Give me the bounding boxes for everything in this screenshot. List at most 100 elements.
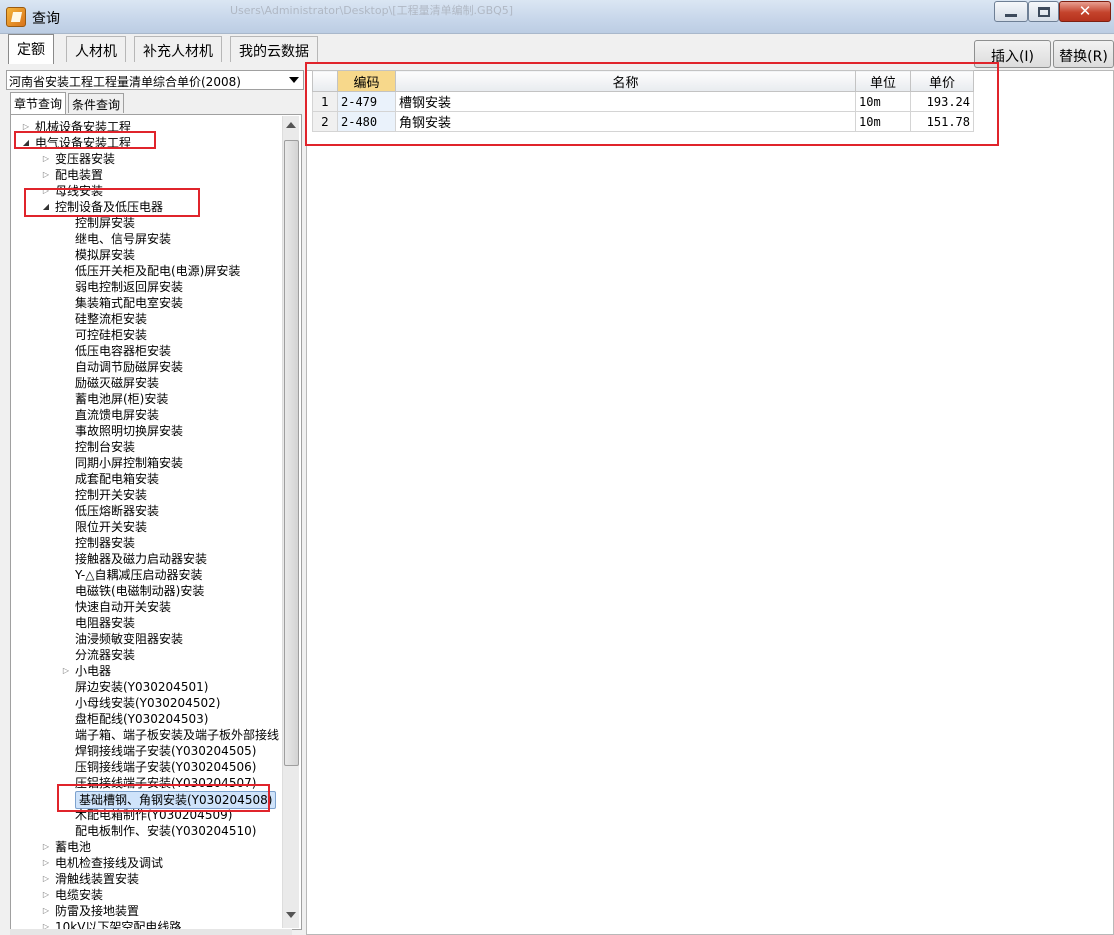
- chapter-tree[interactable]: ▷ 机械设备安装工程 ◢ 电气设备安装工程 ▷ 变压器安装 ▷ 配电装置 ▷ 母线安装 ◢ 控制设备及…: [10, 114, 302, 930]
- tree-item[interactable]: 控制开关安装: [11, 487, 283, 503]
- table-row[interactable]: 2 2-480 角钢安装 10m 151.78: [312, 111, 974, 132]
- tree-item[interactable]: 成套配电箱安装: [11, 471, 283, 487]
- tab-chapter-search[interactable]: 章节查询: [10, 92, 67, 114]
- tree-item[interactable]: ◢ 控制设备及低压电器: [11, 199, 283, 215]
- tree-collapsed-icon[interactable]: ▷: [41, 871, 51, 887]
- tree-item[interactable]: 焊铜接线端子安装(Y030204505): [11, 743, 283, 759]
- tree-item[interactable]: 快速自动开关安装: [11, 599, 283, 615]
- tree-expanded-icon[interactable]: ◢: [41, 199, 51, 215]
- tree-collapsed-icon[interactable]: ▷: [41, 855, 51, 871]
- tree-item[interactable]: 分流器安装: [11, 647, 283, 663]
- tree-item[interactable]: 接触器及磁力启动器安装: [11, 551, 283, 567]
- tree-item[interactable]: 模拟屏安装: [11, 247, 283, 263]
- tree-item[interactable]: ▷ 蓄电池: [11, 839, 283, 855]
- tree-item[interactable]: 低压开关柜及配电(电源)屏安装: [11, 263, 283, 279]
- tree-collapsed-icon[interactable]: ▷: [41, 183, 51, 199]
- tree-item[interactable]: ▷ 母线安装: [11, 183, 283, 199]
- tree-item[interactable]: 限位开关安装: [11, 519, 283, 535]
- table-row[interactable]: 1 2-479 槽钢安装 10m 193.24: [312, 91, 974, 112]
- tree-item[interactable]: 控制屏安装: [11, 215, 283, 231]
- scroll-up-icon[interactable]: [286, 122, 296, 128]
- unit-cell[interactable]: 10m: [855, 111, 911, 132]
- tree-item[interactable]: 继电、信号屏安装: [11, 231, 283, 247]
- maximize-button[interactable]: [1028, 1, 1059, 22]
- tab-quota[interactable]: 定额: [8, 34, 54, 64]
- tree-item[interactable]: 事故照明切换屏安装: [11, 423, 283, 439]
- tree-item[interactable]: Y-△自耦减压启动器安装: [11, 567, 283, 583]
- tree-expanded-icon[interactable]: ◢: [21, 135, 31, 151]
- tree-item[interactable]: ▷ 电机检查接线及调试: [11, 855, 283, 871]
- tree-item[interactable]: 同期小屏控制箱安装: [11, 455, 283, 471]
- column-header-name[interactable]: 名称: [395, 70, 856, 92]
- tree-item[interactable]: 压铝接线端子安装(Y030204507): [11, 775, 283, 791]
- code-cell[interactable]: 2-479: [337, 91, 396, 112]
- tree-collapsed-icon[interactable]: ▷: [41, 839, 51, 855]
- tree-collapsed-icon[interactable]: ▷: [41, 151, 51, 167]
- tree-item[interactable]: ▷ 机械设备安装工程: [11, 119, 283, 135]
- tree-item[interactable]: ▷ 小电器: [11, 663, 283, 679]
- tree-item[interactable]: 屏边安装(Y030204501): [11, 679, 283, 695]
- tree-item[interactable]: 可控硅柜安装: [11, 327, 283, 343]
- tree-item[interactable]: 电磁铁(电磁制动器)安装: [11, 583, 283, 599]
- tab-my-cloud-data[interactable]: 我的云数据: [230, 36, 318, 62]
- tree-item-label: 低压开关柜及配电(电源)屏安装: [75, 264, 241, 278]
- tree-item[interactable]: 压铜接线端子安装(Y030204506): [11, 759, 283, 775]
- tree-item[interactable]: 端子箱、端子板安装及端子板外部接线: [11, 727, 283, 743]
- insert-button[interactable]: 插入(I): [974, 40, 1051, 68]
- tree-horizontal-scrollbar[interactable]: [10, 929, 292, 935]
- column-header-code[interactable]: 编码: [337, 70, 396, 92]
- tree-item[interactable]: ▷ 电缆安装: [11, 887, 283, 903]
- tree-collapsed-icon[interactable]: ▷: [41, 167, 51, 183]
- tab-condition-search[interactable]: 条件查询: [68, 93, 125, 113]
- unit-cell[interactable]: 10m: [855, 91, 911, 112]
- tree-item[interactable]: 木配电箱制作(Y030204509): [11, 807, 283, 823]
- tree-item[interactable]: 集装箱式配电室安装: [11, 295, 283, 311]
- tree-item[interactable]: 控制器安装: [11, 535, 283, 551]
- tree-item[interactable]: 电阻器安装: [11, 615, 283, 631]
- tree-collapsed-icon[interactable]: ▷: [41, 887, 51, 903]
- tree-item[interactable]: 硅整流柜安装: [11, 311, 283, 327]
- tree-item[interactable]: 低压电容器柜安装: [11, 343, 283, 359]
- tree-item[interactable]: 油浸频敏变阻器安装: [11, 631, 283, 647]
- tree-item[interactable]: 弱电控制返回屏安装: [11, 279, 283, 295]
- close-icon: ✕: [1078, 2, 1092, 20]
- tree-collapsed-icon[interactable]: ▷: [61, 663, 71, 679]
- tree-item[interactable]: 自动调节励磁屏安装: [11, 359, 283, 375]
- tree-item[interactable]: ▷ 变压器安装: [11, 151, 283, 167]
- price-cell[interactable]: 193.24: [910, 91, 974, 112]
- close-button[interactable]: ✕: [1059, 1, 1111, 22]
- dropdown-arrow-icon[interactable]: [289, 77, 299, 83]
- tree-item[interactable]: ▷ 配电装置: [11, 167, 283, 183]
- tab-supplementary-labor-material-machine[interactable]: 补充人材机: [134, 36, 222, 62]
- tree-item[interactable]: 控制台安装: [11, 439, 283, 455]
- tree-item[interactable]: ▷ 滑触线装置安装: [11, 871, 283, 887]
- tree-item[interactable]: ▷ 防雷及接地装置: [11, 903, 283, 919]
- minimize-button[interactable]: [994, 1, 1028, 22]
- tree-item[interactable]: 盘柜配线(Y030204503): [11, 711, 283, 727]
- tree-item[interactable]: 低压熔断器安装: [11, 503, 283, 519]
- tab-labor-material-machine[interactable]: 人材机: [66, 36, 126, 62]
- name-cell[interactable]: 槽钢安装: [395, 91, 856, 112]
- row-number-cell[interactable]: 1: [312, 91, 338, 112]
- tree-item[interactable]: 小母线安装(Y030204502): [11, 695, 283, 711]
- tree-item[interactable]: 励磁灭磁屏安装: [11, 375, 283, 391]
- tree-item[interactable]: 基础槽钢、角钢安装(Y030204508): [11, 791, 283, 809]
- column-header-price[interactable]: 单价: [910, 70, 974, 92]
- tree-item-label: 蓄电池: [55, 840, 92, 854]
- tree-scrollbar[interactable]: [282, 116, 299, 928]
- row-number-cell[interactable]: 2: [312, 111, 338, 132]
- price-cell[interactable]: 151.78: [910, 111, 974, 132]
- scroll-thumb[interactable]: [284, 140, 299, 766]
- replace-button[interactable]: 替换(R): [1053, 40, 1114, 68]
- name-cell[interactable]: 角钢安装: [395, 111, 856, 132]
- code-cell[interactable]: 2-480: [337, 111, 396, 132]
- tree-collapsed-icon[interactable]: ▷: [41, 903, 51, 919]
- scroll-down-icon[interactable]: [286, 912, 296, 918]
- tree-item[interactable]: ◢ 电气设备安装工程: [11, 135, 283, 151]
- quota-library-select[interactable]: 河南省安装工程工程量清单综合单价(2008): [6, 70, 304, 90]
- tree-item[interactable]: 蓄电池屏(柜)安装: [11, 391, 283, 407]
- column-header-unit[interactable]: 单位: [855, 70, 911, 92]
- tree-item[interactable]: 直流馈电屏安装: [11, 407, 283, 423]
- tree-collapsed-icon[interactable]: ▷: [21, 119, 31, 135]
- tree-item[interactable]: 配电板制作、安装(Y030204510): [11, 823, 283, 839]
